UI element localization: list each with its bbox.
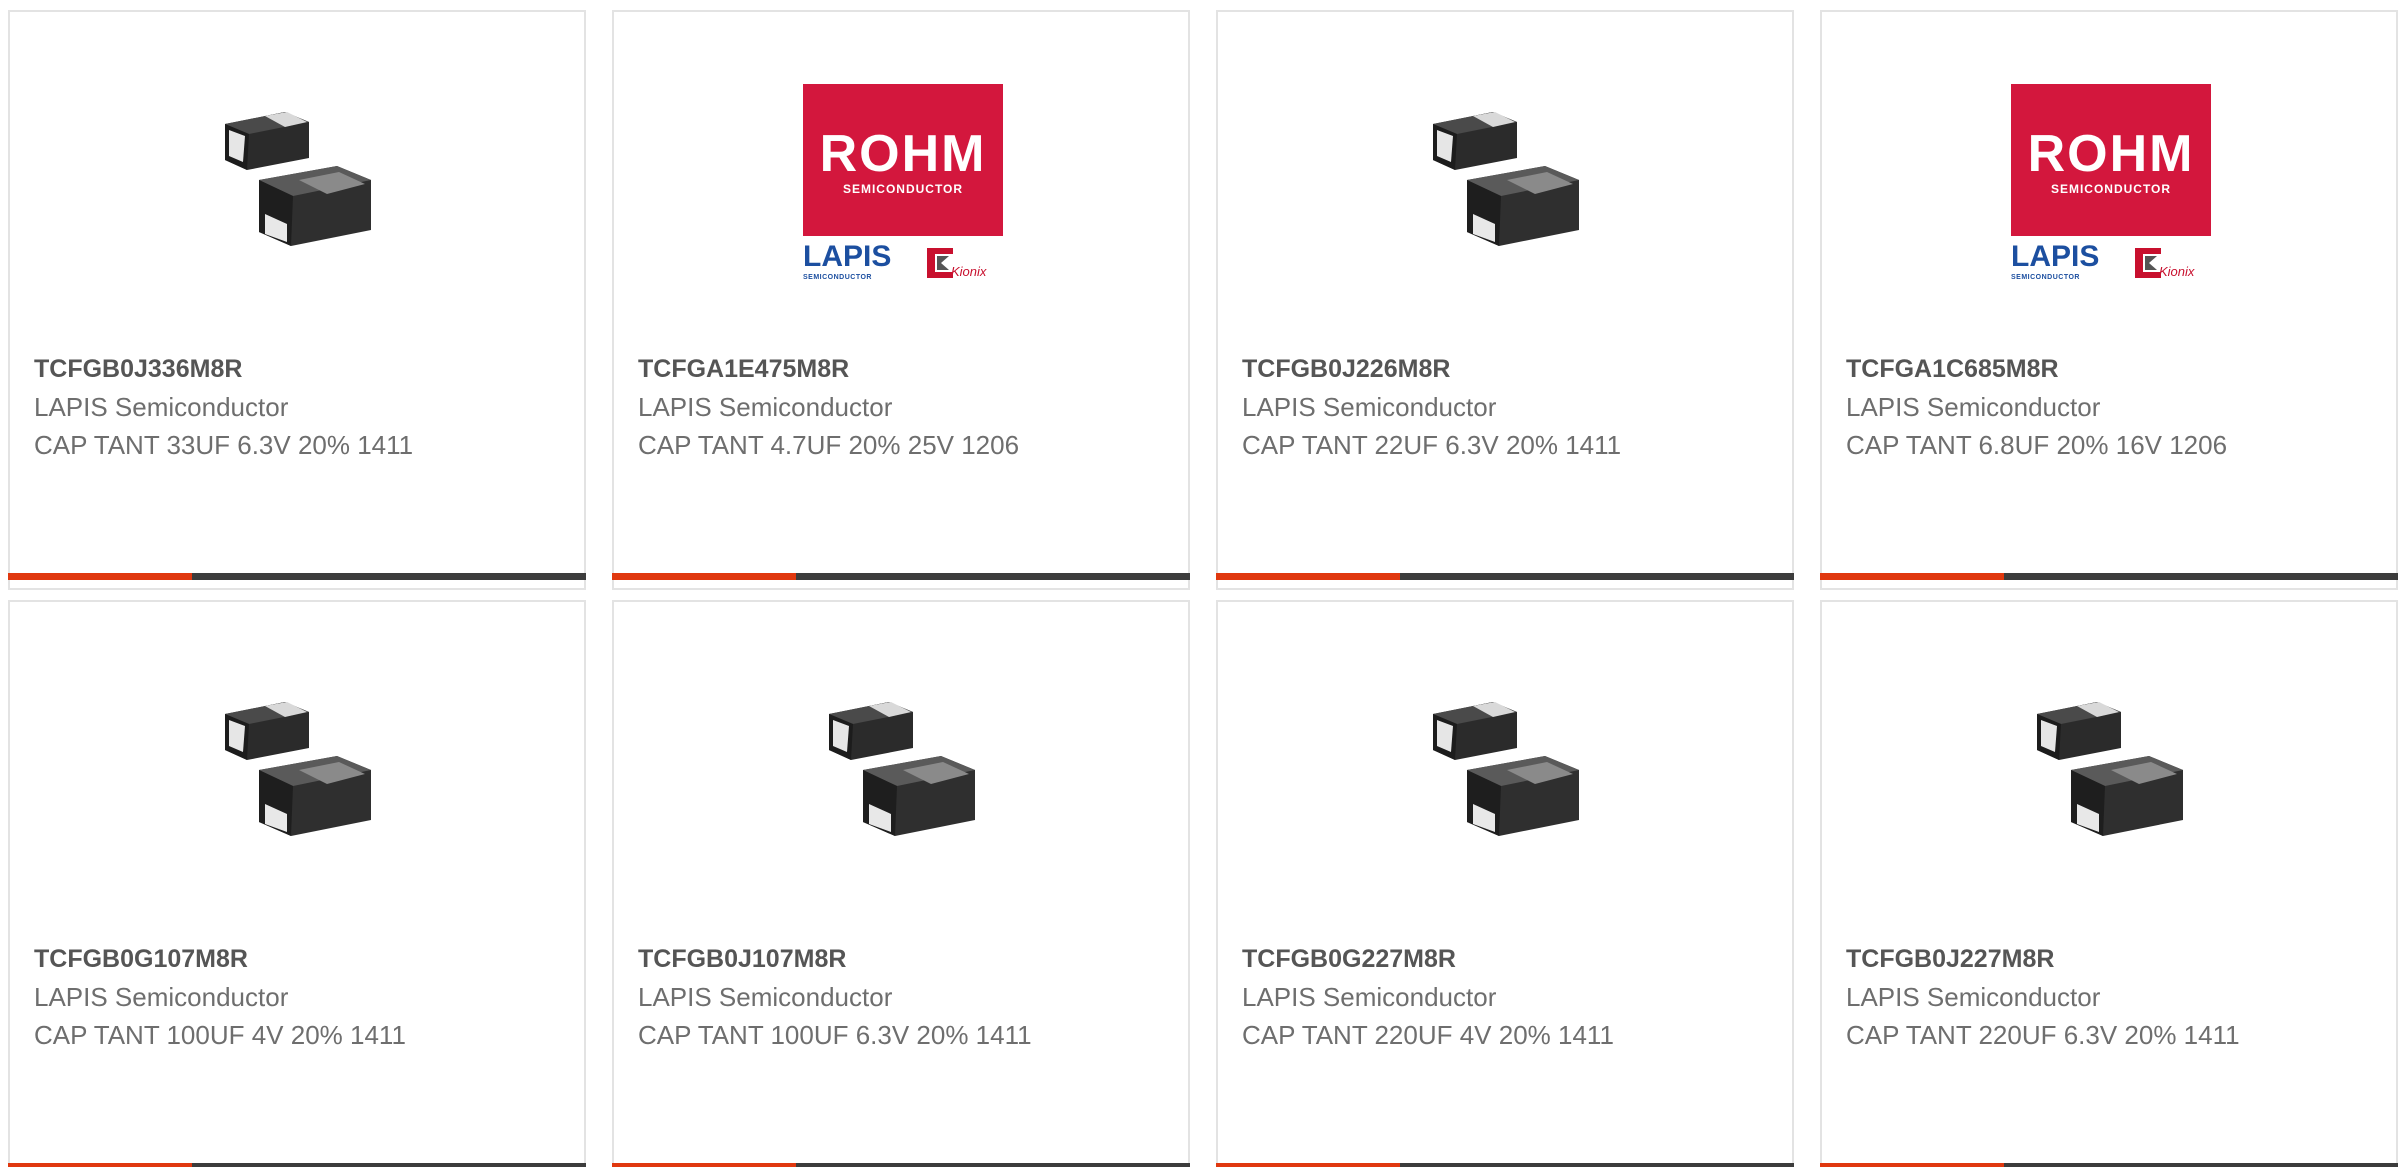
- card-bottom-bar: [1216, 573, 1794, 580]
- product-description: CAP TANT 22UF 6.3V 20% 1411: [1242, 430, 1622, 460]
- product-grid: TCFGB0J336M8R LAPIS Semiconductor CAP TA…: [0, 0, 2400, 1167]
- card-accent-bar: [612, 1163, 796, 1167]
- part-number[interactable]: TCFGB0J336M8R: [34, 355, 242, 384]
- product-card[interactable]: ROHM SEMICONDUCTOR LAPIS SEMICONDUCTOR K…: [612, 10, 1190, 590]
- card-accent-bar: [1820, 1163, 2004, 1167]
- lapis-logo-sub: SEMICONDUCTOR: [2011, 274, 2080, 281]
- card-accent-bar: [1216, 573, 1400, 580]
- product-card[interactable]: TCFGB0J336M8R LAPIS Semiconductor CAP TA…: [8, 10, 586, 590]
- manufacturer-name: LAPIS Semiconductor: [1846, 982, 2101, 1012]
- product-description: CAP TANT 100UF 4V 20% 1411: [34, 1020, 406, 1050]
- product-description: CAP TANT 33UF 6.3V 20% 1411: [34, 430, 414, 460]
- product-description: CAP TANT 220UF 4V 20% 1411: [1242, 1020, 1614, 1050]
- card-bottom-bar: [8, 1163, 586, 1167]
- card-bottom-bar: [1820, 1163, 2398, 1167]
- card-accent-bar: [8, 573, 192, 580]
- part-number[interactable]: TCFGA1C685M8R: [1846, 355, 2059, 384]
- rohm-brand-sub: SEMICONDUCTOR: [2050, 182, 2172, 196]
- capacitor-chip-icon: [2011, 674, 2211, 874]
- part-number[interactable]: TCFGA1E475M8R: [638, 355, 849, 384]
- product-description: CAP TANT 4.7UF 20% 25V 1206: [638, 430, 1020, 460]
- card-bottom-bar: [1216, 1163, 1794, 1167]
- manufacturer-name: LAPIS Semiconductor: [638, 982, 893, 1012]
- manufacturer-name: LAPIS Semiconductor: [34, 392, 289, 422]
- product-card[interactable]: TCFGB0J227M8R LAPIS Semiconductor CAP TA…: [1820, 600, 2398, 1167]
- capacitor-chip-icon: [199, 84, 399, 284]
- product-description: CAP TANT 100UF 6.3V 20% 1411: [638, 1020, 1032, 1050]
- rohm-brand-sub: SEMICONDUCTOR: [842, 182, 964, 196]
- card-bottom-bar: [8, 573, 586, 580]
- card-bottom-bar: [1820, 573, 2398, 580]
- part-number[interactable]: TCFGB0J226M8R: [1242, 355, 1450, 384]
- manufacturer-name: LAPIS Semiconductor: [34, 982, 289, 1012]
- part-number[interactable]: TCFGB0J227M8R: [1846, 945, 2054, 974]
- card-accent-bar: [1820, 573, 2004, 580]
- manufacturer-name: LAPIS Semiconductor: [1242, 392, 1497, 422]
- capacitor-chip-icon: [1407, 674, 1607, 874]
- kionix-logo-text: Kionix: [951, 264, 987, 279]
- lapis-logo-text: LAPIS: [803, 240, 892, 273]
- card-bottom-bar: [612, 573, 1190, 580]
- manufacturer-name: LAPIS Semiconductor: [638, 392, 893, 422]
- card-accent-bar: [1216, 1163, 1400, 1167]
- rohm-brand-text: ROHM: [819, 125, 987, 183]
- product-description: CAP TANT 6.8UF 20% 16V 1206: [1846, 430, 2228, 460]
- capacitor-chip-icon: [1407, 84, 1607, 284]
- lapis-logo-sub: SEMICONDUCTOR: [803, 274, 872, 281]
- part-number[interactable]: TCFGB0G107M8R: [34, 945, 248, 974]
- capacitor-chip-icon: [803, 674, 1003, 874]
- product-card[interactable]: TCFGB0G107M8R LAPIS Semiconductor CAP TA…: [8, 600, 586, 1167]
- manufacturer-name: LAPIS Semiconductor: [1242, 982, 1497, 1012]
- part-number[interactable]: TCFGB0G227M8R: [1242, 945, 1456, 974]
- part-number[interactable]: TCFGB0J107M8R: [638, 945, 846, 974]
- manufacturer-name: LAPIS Semiconductor: [1846, 392, 2101, 422]
- rohm-logo: ROHM SEMICONDUCTOR LAPIS SEMICONDUCTOR K…: [2011, 84, 2211, 284]
- kionix-logo-text: Kionix: [2159, 264, 2195, 279]
- lapis-logo-text: LAPIS: [2011, 240, 2100, 273]
- capacitor-chip-icon: [199, 674, 399, 874]
- card-bottom-bar: [612, 1163, 1190, 1167]
- rohm-logo: ROHM SEMICONDUCTOR LAPIS SEMICONDUCTOR K…: [803, 84, 1003, 284]
- product-card[interactable]: TCFGB0G227M8R LAPIS Semiconductor CAP TA…: [1216, 600, 1794, 1167]
- product-card[interactable]: TCFGB0J107M8R LAPIS Semiconductor CAP TA…: [612, 600, 1190, 1167]
- product-card[interactable]: TCFGB0J226M8R LAPIS Semiconductor CAP TA…: [1216, 10, 1794, 590]
- card-accent-bar: [612, 573, 796, 580]
- product-description: CAP TANT 220UF 6.3V 20% 1411: [1846, 1020, 2240, 1050]
- card-accent-bar: [8, 1163, 192, 1167]
- rohm-brand-text: ROHM: [2027, 125, 2195, 183]
- product-card[interactable]: ROHM SEMICONDUCTOR LAPIS SEMICONDUCTOR K…: [1820, 10, 2398, 590]
